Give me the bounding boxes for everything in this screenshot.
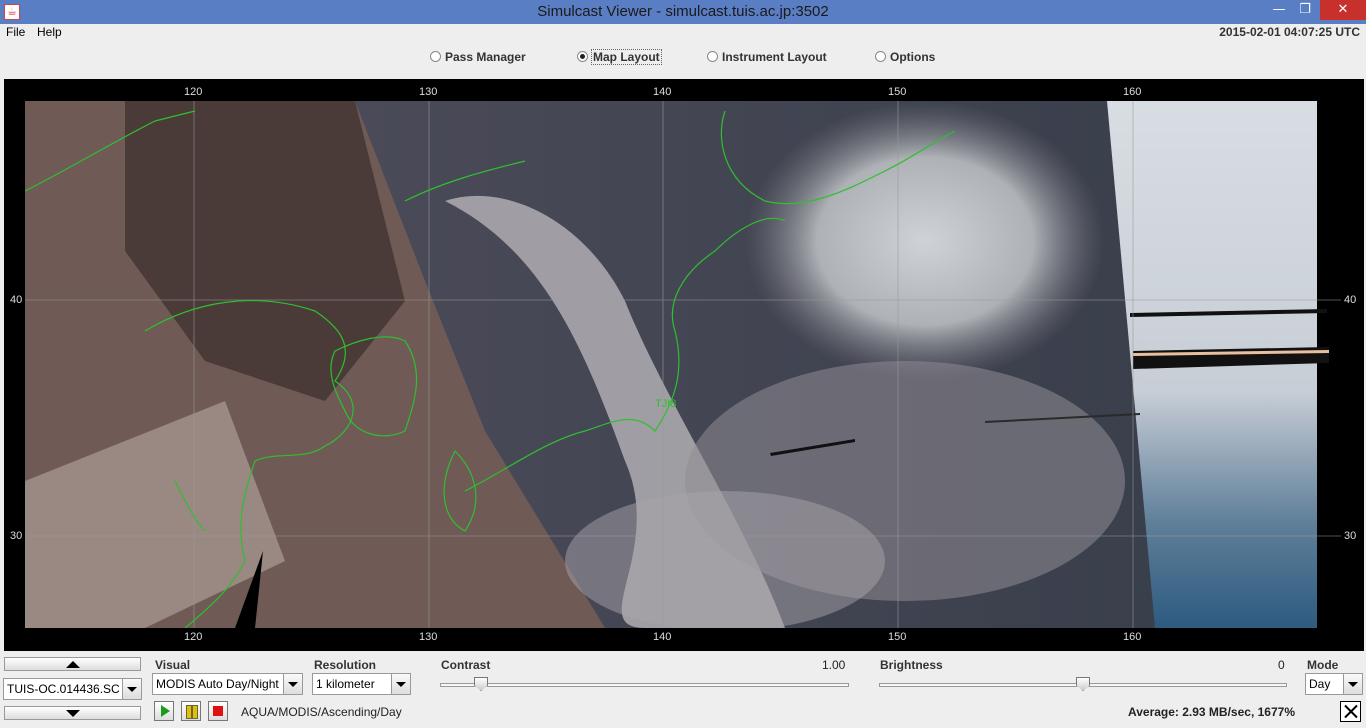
visual-label: Visual [155, 658, 191, 672]
play-button[interactable] [154, 701, 174, 721]
slider-thumb[interactable] [1076, 677, 1090, 691]
radio-icon [430, 51, 441, 62]
lon-label-bottom: 120 [184, 631, 203, 643]
radio-icon [875, 51, 886, 62]
contrast-value: 1.00 [822, 658, 846, 672]
tab-options[interactable]: Options [875, 50, 935, 66]
chevron-down-icon[interactable] [391, 674, 410, 694]
window-title: Simulcast Viewer - simulcast.tuis.ac.jp:… [537, 3, 829, 20]
lat-label-right: 30 [1344, 530, 1357, 542]
title-bar: ☕ Simulcast Viewer - simulcast.tuis.ac.j… [0, 0, 1366, 24]
lon-label-bottom: 160 [1123, 631, 1142, 643]
lat-label-left: 40 [10, 294, 23, 306]
cyclone-cloud [745, 101, 1105, 381]
pass-info: AQUA/MODIS/Ascending/Day [241, 705, 402, 719]
menu-file[interactable]: File [6, 25, 25, 39]
lon-label-bottom: 130 [419, 631, 438, 643]
tab-label: Options [890, 50, 936, 64]
slider-thumb[interactable] [474, 677, 488, 691]
lon-label-bottom: 150 [888, 631, 907, 643]
station-label: TJI8 [655, 398, 676, 410]
no-data-strip [1317, 101, 1341, 628]
chevron-down-icon[interactable] [1343, 674, 1362, 694]
radio-icon [707, 51, 718, 62]
previous-pass-button[interactable] [4, 657, 141, 671]
tab-label: Instrument Layout [722, 50, 827, 64]
lat-label-left: 30 [10, 530, 23, 542]
arrow-down-icon [66, 710, 80, 717]
close-icon[interactable] [1340, 701, 1361, 722]
menu-help[interactable]: Help [37, 25, 62, 39]
minimize-button[interactable]: — [1266, 0, 1292, 20]
lon-label-top: 130 [419, 86, 438, 98]
pass-select-value: TUIS-OC.014436.SC [7, 682, 120, 696]
brightness-label: Brightness [880, 658, 943, 672]
resolution-label: Resolution [314, 658, 376, 672]
chevron-down-icon[interactable] [122, 679, 141, 699]
tab-pass-manager[interactable]: Pass Manager [430, 50, 526, 66]
lon-label-top: 120 [184, 86, 203, 98]
lat-label-right: 40 [1344, 294, 1357, 306]
pause-button[interactable] [181, 701, 201, 721]
satellite-image[interactable]: TJI8 [25, 101, 1341, 628]
tab-map-layout[interactable]: Map Layout [577, 49, 662, 66]
brightness-value: 0 [1278, 658, 1285, 672]
menu-bar: File Help 2015-02-01 04:07:25 UTC [0, 24, 1366, 40]
stop-button[interactable] [208, 701, 228, 721]
visual-select[interactable]: MODIS Auto Day/Night [152, 673, 303, 695]
visual-select-value: MODIS Auto Day/Night [156, 677, 279, 691]
lon-label-top: 160 [1123, 86, 1142, 98]
contrast-label: Contrast [441, 658, 491, 672]
average-rate: Average: 2.93 MB/sec, 1677% [1128, 705, 1295, 719]
tab-instrument-layout[interactable]: Instrument Layout [707, 50, 827, 66]
utc-clock: 2015-02-01 04:07:25 UTC [1219, 25, 1360, 39]
brightness-slider[interactable] [879, 676, 1287, 694]
mode-select-value: Day [1309, 677, 1331, 691]
tab-label: Pass Manager [445, 50, 526, 64]
tab-label: Map Layout [591, 49, 662, 65]
lon-label-top: 140 [653, 86, 672, 98]
resolution-select[interactable]: 1 kilometer [312, 673, 411, 695]
resolution-select-value: 1 kilometer [316, 677, 375, 691]
close-window-button[interactable]: ✕ [1320, 0, 1366, 20]
lon-label-top: 150 [888, 86, 907, 98]
cloud-field [565, 491, 885, 628]
mode-label: Mode [1307, 658, 1339, 672]
map-panel[interactable]: TJI8 120 130 140 150 160 120 130 140 150… [4, 79, 1364, 651]
chevron-down-icon[interactable] [283, 674, 302, 694]
maximize-button[interactable]: ❐ [1292, 0, 1318, 20]
arrow-up-icon [66, 661, 80, 668]
satellite-map-svg: TJI8 [25, 101, 1341, 628]
radio-selected-icon [577, 51, 588, 62]
contrast-slider[interactable] [440, 676, 849, 694]
pass-select[interactable]: TUIS-OC.014436.SC [3, 678, 142, 700]
mode-select[interactable]: Day [1305, 673, 1363, 695]
view-tabs: Pass Manager Map Layout Instrument Layou… [0, 44, 1366, 70]
slider-track [440, 683, 849, 687]
lon-label-bottom: 140 [653, 631, 672, 643]
next-pass-button[interactable] [4, 706, 141, 720]
